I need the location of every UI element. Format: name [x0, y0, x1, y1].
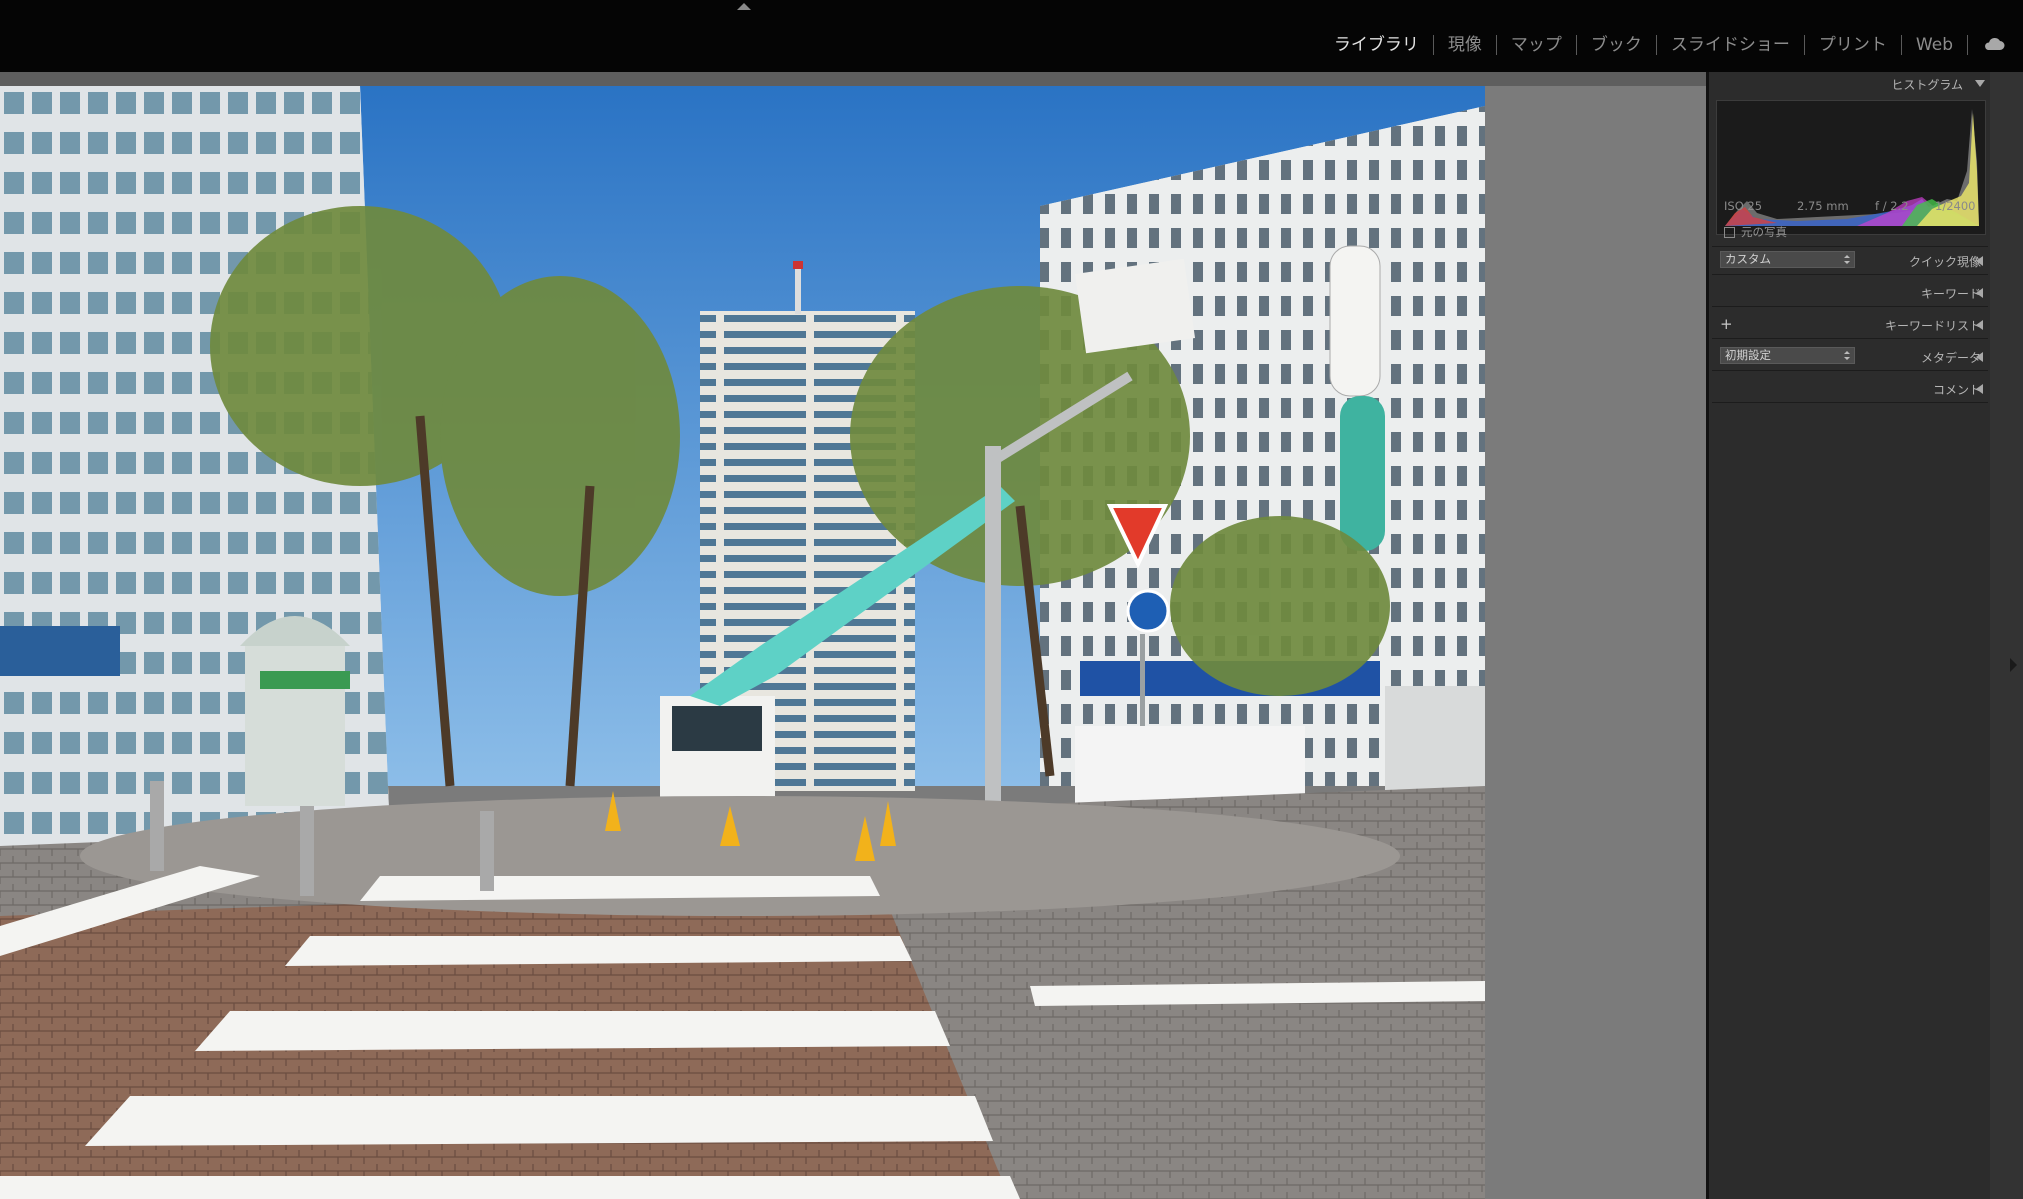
module-develop[interactable]: 現像 [1434, 34, 1496, 56]
metadata-preset-select[interactable]: 初期設定 [1720, 347, 1855, 364]
module-map[interactable]: マップ [1497, 34, 1576, 56]
right-panel-toggle-icon[interactable] [2010, 658, 2017, 672]
module-picker-bar: ライブラリ 現像 マップ ブック スライドショー プリント Web [0, 0, 2023, 72]
photo-preview[interactable] [0, 86, 1485, 1199]
add-keyword-button[interactable]: + [1720, 316, 1733, 332]
cloud-icon[interactable] [1983, 37, 2005, 51]
metadata-expand-icon[interactable] [1976, 352, 1983, 362]
original-photo-checkbox[interactable] [1724, 226, 1735, 238]
histogram-graph [1725, 109, 1979, 226]
keyword-list-expand-icon[interactable] [1976, 320, 1983, 330]
module-book[interactable]: ブック [1577, 34, 1656, 56]
quick-develop-header[interactable]: クイック現像 [1909, 253, 1981, 270]
module-separator [1967, 35, 1968, 55]
metadata-header[interactable]: メタデータ [1921, 349, 1981, 366]
keyword-list-header[interactable]: キーワードリスト [1885, 317, 1981, 334]
comments-header[interactable]: コメント [1933, 381, 1981, 398]
top-panel-toggle-icon[interactable] [737, 3, 751, 10]
select-spinner-icon [1844, 351, 1850, 360]
exif-aperture: f / 2.2 [1875, 199, 1909, 213]
select-spinner-icon [1844, 255, 1850, 264]
loupe-view [0, 72, 1706, 1199]
histogram-collapse-icon[interactable] [1975, 80, 1985, 87]
panel-divider [1712, 274, 1988, 275]
module-slideshow[interactable]: スライドショー [1657, 34, 1804, 56]
keywording-expand-icon[interactable] [1976, 288, 1983, 298]
quick-develop-expand-icon[interactable] [1976, 256, 1983, 266]
exif-iso: ISO 25 [1724, 199, 1763, 213]
panel-divider [1712, 246, 1988, 247]
street-photo [0, 86, 1485, 1199]
original-photo-label: 元の写真 [1741, 225, 1787, 239]
histogram-header[interactable]: ヒストグラム [1891, 76, 1963, 93]
panel-divider [1712, 370, 1988, 371]
panel-divider [1712, 402, 1988, 403]
module-print[interactable]: プリント [1805, 34, 1901, 56]
panel-divider [1712, 338, 1988, 339]
module-web[interactable]: Web [1902, 34, 1967, 56]
right-panel [1706, 72, 2023, 1199]
exif-shutter: 1/2400 [1935, 199, 1976, 213]
histogram[interactable] [1716, 100, 1986, 235]
original-photo-toggle[interactable]: 元の写真 [1724, 224, 1787, 240]
comments-expand-icon[interactable] [1976, 384, 1983, 394]
loupe-top-strip [0, 72, 1706, 86]
panel-divider [1712, 306, 1988, 307]
module-list: ライブラリ 現像 マップ ブック スライドショー プリント Web [1320, 34, 1968, 56]
right-panel-edge[interactable] [1990, 72, 2023, 1199]
exif-focal-length: 2.75 mm [1797, 199, 1849, 213]
quick-develop-preset-select[interactable]: カスタム [1720, 251, 1855, 268]
module-library[interactable]: ライブラリ [1320, 34, 1433, 56]
keywording-header[interactable]: キーワード [1921, 285, 1981, 302]
